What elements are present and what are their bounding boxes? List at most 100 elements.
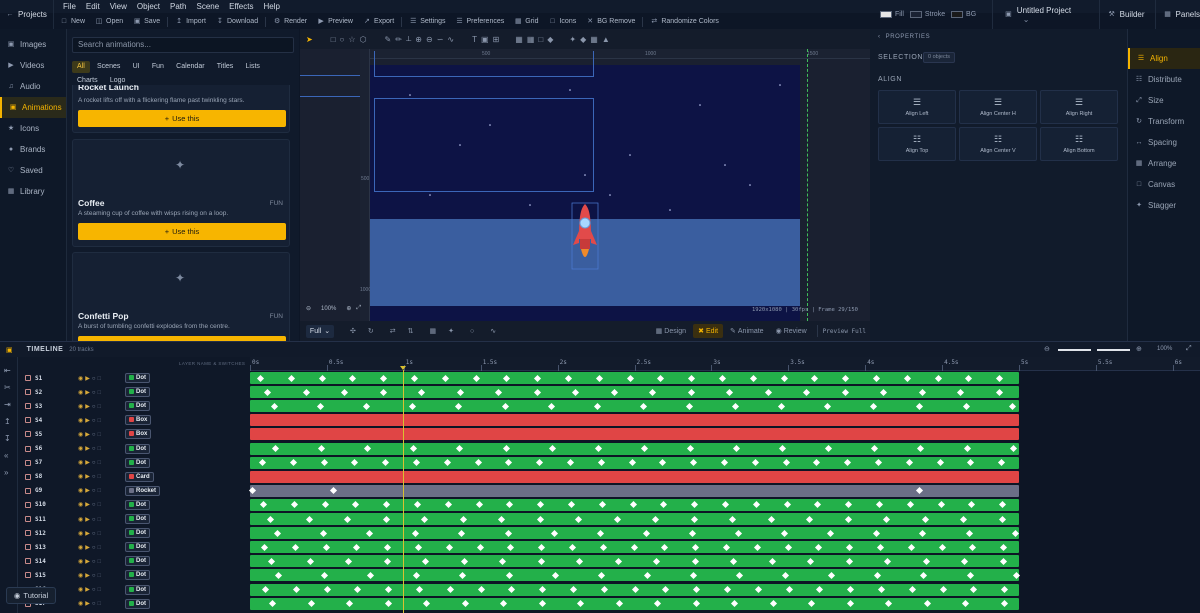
zoom-out-icon[interactable]: ⊖ xyxy=(1044,345,1050,353)
keyframe-marker[interactable] xyxy=(270,402,279,410)
speaker-icon[interactable]: ▶ xyxy=(85,545,92,551)
sidebar-item-videos[interactable]: ▶ Videos xyxy=(0,55,66,76)
keyframe-marker[interactable] xyxy=(1011,529,1019,537)
filter-fun[interactable]: Fun xyxy=(147,61,169,73)
animation-card-rocket-launch[interactable]: Rocket Launch A rocket lifts off with a … xyxy=(72,85,290,133)
keyframe-marker[interactable] xyxy=(628,459,636,467)
pencil-tool-icon[interactable]: ✏ xyxy=(395,35,402,44)
keyframe-marker[interactable] xyxy=(443,459,451,467)
align-center-v-button[interactable]: ☷ Align Center V xyxy=(959,127,1037,161)
menu-edit[interactable]: Edit xyxy=(81,0,105,13)
rocket-graphic[interactable] xyxy=(570,201,600,271)
keyframe-marker[interactable] xyxy=(354,585,362,594)
export-button[interactable]: ↗ Export xyxy=(358,13,399,30)
track-clip[interactable] xyxy=(250,527,1019,540)
align-top-button[interactable]: ☷ Align Top xyxy=(878,127,956,161)
keyframe-marker[interactable] xyxy=(996,374,1004,382)
keyframe-marker[interactable] xyxy=(323,585,331,594)
fit-screen-icon[interactable]: ⤢ xyxy=(356,305,361,312)
keyframe-marker[interactable] xyxy=(969,543,977,551)
keyframe-marker[interactable] xyxy=(384,543,392,551)
split-icon[interactable]: ⇥ xyxy=(4,400,11,409)
cut-icon[interactable]: ✂ xyxy=(4,383,11,392)
keyframe-marker[interactable] xyxy=(661,543,669,551)
shape-tool-icon[interactable]: ▲ xyxy=(602,35,610,44)
keyframe-marker[interactable] xyxy=(687,388,695,396)
keyframe-marker[interactable] xyxy=(806,557,815,565)
bg-swatch[interactable] xyxy=(951,11,964,18)
align-right-button[interactable]: ☰ Align Right xyxy=(1040,90,1118,124)
track-clip[interactable] xyxy=(248,484,1019,497)
image-tool-icon[interactable]: ▣ xyxy=(481,35,489,44)
lock-icon[interactable]: □ xyxy=(98,404,104,410)
speaker-icon[interactable]: ▶ xyxy=(85,390,92,396)
filter-all[interactable]: All xyxy=(72,61,90,73)
keyframe-marker[interactable] xyxy=(329,487,338,495)
keyframe-marker[interactable] xyxy=(749,374,757,382)
keyframe-marker[interactable] xyxy=(639,402,647,410)
keyframe-marker[interactable] xyxy=(917,444,925,453)
keyframe-marker[interactable] xyxy=(353,543,361,551)
speaker-icon[interactable]: ▶ xyxy=(85,460,92,466)
keyframe-marker[interactable] xyxy=(1009,444,1017,453)
keyframe-marker[interactable] xyxy=(349,374,357,382)
rewind-icon[interactable]: « xyxy=(4,451,11,460)
align-bottom-button[interactable]: ☷ Align Bottom xyxy=(1040,127,1118,161)
keyframe-marker[interactable] xyxy=(723,585,732,594)
keyframe-marker[interactable] xyxy=(961,600,970,608)
keyframe-marker[interactable] xyxy=(547,402,555,410)
speaker-icon[interactable]: ▶ xyxy=(85,432,92,438)
curve-tool-icon[interactable]: ∽ xyxy=(437,35,444,44)
keyframe-marker[interactable] xyxy=(459,515,467,523)
filter-titles[interactable]: Titles xyxy=(212,61,238,73)
track-clip[interactable] xyxy=(250,513,1019,525)
keyframe-marker[interactable] xyxy=(498,557,507,565)
keyframe-marker[interactable] xyxy=(720,459,729,467)
keyframe-marker[interactable] xyxy=(459,571,467,579)
randomize-colors-button[interactable]: ⇄ Randomize Colors xyxy=(645,13,724,30)
sidebar-item-icons[interactable]: ★ Icons xyxy=(0,118,66,139)
text-tool-icon[interactable]: T xyxy=(472,35,477,44)
track-checkbox[interactable] xyxy=(25,501,31,508)
keyframe-marker[interactable] xyxy=(536,459,544,467)
keyframe-marker[interactable] xyxy=(937,501,945,509)
use-this-button[interactable]: + Use this xyxy=(78,223,286,240)
keyframe-marker[interactable] xyxy=(873,529,881,537)
keyframe-marker[interactable] xyxy=(597,571,605,579)
settings-button[interactable]: ☰ Settings xyxy=(404,13,450,30)
track-checkbox[interactable] xyxy=(25,389,31,396)
search-input[interactable]: Search animations... xyxy=(72,37,294,53)
keyframe-marker[interactable] xyxy=(320,459,328,467)
keyframe-marker[interactable] xyxy=(660,501,668,509)
review-mode-button[interactable]: ◉ Review xyxy=(771,324,812,338)
keyframe-marker[interactable] xyxy=(382,459,390,467)
keyframe-marker[interactable] xyxy=(536,515,544,523)
keyframe-marker[interactable] xyxy=(629,501,637,509)
keyframe-marker[interactable] xyxy=(782,571,790,579)
keyframe-marker[interactable] xyxy=(956,388,965,396)
keyframe-marker[interactable] xyxy=(651,515,660,523)
keyframe-marker[interactable] xyxy=(364,444,372,453)
keyframe-marker[interactable] xyxy=(446,585,454,594)
keyframe-marker[interactable] xyxy=(610,388,618,396)
forward-icon[interactable]: » xyxy=(4,468,11,477)
keyframe-marker[interactable] xyxy=(815,543,823,551)
sidebar-item-brands[interactable]: ● Brands xyxy=(0,139,66,160)
keyframe-marker[interactable] xyxy=(685,402,693,410)
keyframe-marker[interactable] xyxy=(847,585,855,594)
keyframe-marker[interactable] xyxy=(317,402,325,410)
keyframe-marker[interactable] xyxy=(688,529,696,537)
keyframe-marker[interactable] xyxy=(421,557,430,565)
keyframe-marker[interactable] xyxy=(841,388,849,396)
keyframe-marker[interactable] xyxy=(444,501,452,509)
bg-remove-button[interactable]: ✕ BG Remove xyxy=(581,13,640,30)
keyframe-marker[interactable] xyxy=(967,459,975,467)
speaker-icon[interactable]: ▶ xyxy=(85,474,92,480)
keyframe-marker[interactable] xyxy=(417,388,426,396)
component-icon[interactable]: ◆ xyxy=(547,35,553,44)
keyframe-marker[interactable] xyxy=(689,571,697,579)
speaker-icon[interactable]: ▶ xyxy=(85,376,92,382)
keyframe-marker[interactable] xyxy=(785,585,793,594)
keyframe-marker[interactable] xyxy=(653,600,662,608)
track-row[interactable]: G9 ◉▶○□ Rocket xyxy=(18,484,250,498)
